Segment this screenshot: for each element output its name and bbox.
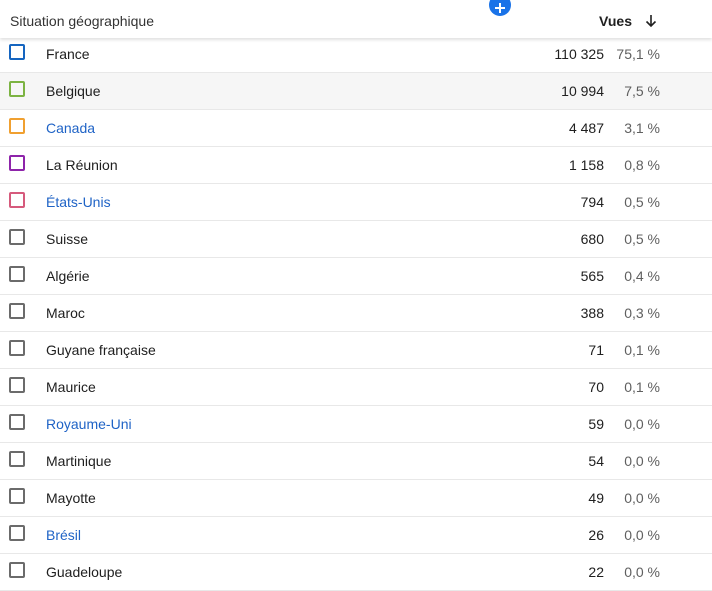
views-value: 1 158 [568, 157, 604, 173]
table-row: France 110 325 75,1 % [0, 36, 712, 73]
views-value: 794 [580, 194, 604, 210]
views-percent: 75,1 % [616, 46, 660, 62]
row-checkbox[interactable] [9, 303, 25, 319]
views-value: 49 [588, 490, 604, 506]
geo-column-header[interactable]: Situation géographique [10, 13, 154, 29]
row-checkbox[interactable] [9, 562, 25, 578]
country-name: France [46, 46, 90, 62]
views-value: 59 [588, 416, 604, 432]
table-row: Martinique 54 0,0 % [0, 443, 712, 480]
country-name: Maurice [46, 379, 96, 395]
row-checkbox[interactable] [9, 266, 25, 282]
views-percent: 0,0 % [624, 416, 660, 432]
country-name: La Réunion [46, 157, 118, 173]
country-link[interactable]: États-Unis [46, 194, 111, 210]
row-checkbox[interactable] [9, 451, 25, 467]
views-percent: 0,3 % [624, 305, 660, 321]
views-column-header[interactable]: Vues [599, 13, 632, 29]
country-link[interactable]: Brésil [46, 527, 81, 543]
views-value: 10 994 [561, 83, 604, 99]
views-value: 22 [588, 564, 604, 580]
table-row: Suisse 680 0,5 % [0, 221, 712, 258]
views-percent: 0,0 % [624, 564, 660, 580]
table-body: France 110 325 75,1 % Belgique 10 994 7,… [0, 36, 712, 591]
table-row: Mayotte 49 0,0 % [0, 480, 712, 517]
country-name: Suisse [46, 231, 89, 247]
row-checkbox[interactable] [9, 488, 25, 504]
row-checkbox[interactable] [9, 229, 25, 245]
views-value: 565 [580, 268, 604, 284]
table-row: Royaume-Uni 59 0,0 % [0, 406, 712, 443]
country-name: Maroc [46, 305, 85, 321]
views-percent: 0,5 % [624, 194, 660, 210]
country-link[interactable]: Royaume-Uni [46, 416, 132, 432]
country-name: Guyane française [46, 342, 156, 358]
row-checkbox[interactable] [9, 377, 25, 393]
table-row: La Réunion 1 158 0,8 % [0, 147, 712, 184]
table-row: Guyane française 71 0,1 % [0, 332, 712, 369]
table-row: Maurice 70 0,1 % [0, 369, 712, 406]
row-checkbox[interactable] [9, 192, 25, 208]
row-checkbox[interactable] [9, 155, 25, 171]
row-checkbox[interactable] [9, 81, 25, 97]
row-checkbox[interactable] [9, 44, 25, 60]
country-name: Belgique [46, 83, 101, 99]
views-value: 388 [580, 305, 604, 321]
views-value: 110 325 [554, 46, 604, 62]
row-checkbox[interactable] [9, 414, 25, 430]
row-checkbox[interactable] [9, 340, 25, 356]
views-percent: 0,0 % [624, 453, 660, 469]
table-row: États-Unis 794 0,5 % [0, 184, 712, 221]
row-checkbox[interactable] [9, 118, 25, 134]
views-value: 54 [588, 453, 604, 469]
plus-circle-icon [495, 3, 505, 13]
table-row: Canada 4 487 3,1 % [0, 110, 712, 147]
views-value: 70 [588, 379, 604, 395]
views-percent: 0,8 % [624, 157, 660, 173]
country-name: Guadeloupe [46, 564, 123, 580]
views-percent: 0,4 % [624, 268, 660, 284]
views-value: 26 [588, 527, 604, 543]
table-header: Situation géographique Vues [0, 0, 712, 38]
views-percent: 0,1 % [624, 379, 660, 395]
views-percent: 7,5 % [624, 83, 660, 99]
country-name: Mayotte [46, 490, 96, 506]
views-percent: 0,5 % [624, 231, 660, 247]
views-value: 71 [588, 342, 604, 358]
views-value: 680 [580, 231, 604, 247]
views-percent: 3,1 % [624, 120, 660, 136]
country-name: Algérie [46, 268, 90, 284]
views-percent: 0,1 % [624, 342, 660, 358]
views-percent: 0,0 % [624, 527, 660, 543]
table-row: Belgique 10 994 7,5 % [0, 73, 712, 110]
views-value: 4 487 [568, 120, 604, 136]
row-checkbox[interactable] [9, 525, 25, 541]
views-percent: 0,0 % [624, 490, 660, 506]
table-row: Brésil 26 0,0 % [0, 517, 712, 554]
table-row: Maroc 388 0,3 % [0, 295, 712, 332]
country-link[interactable]: Canada [46, 120, 95, 136]
geography-table: Situation géographique Vues France 110 3… [0, 0, 712, 591]
table-row: Algérie 565 0,4 % [0, 258, 712, 295]
country-name: Martinique [46, 453, 112, 469]
arrow-down-icon[interactable] [645, 14, 657, 28]
